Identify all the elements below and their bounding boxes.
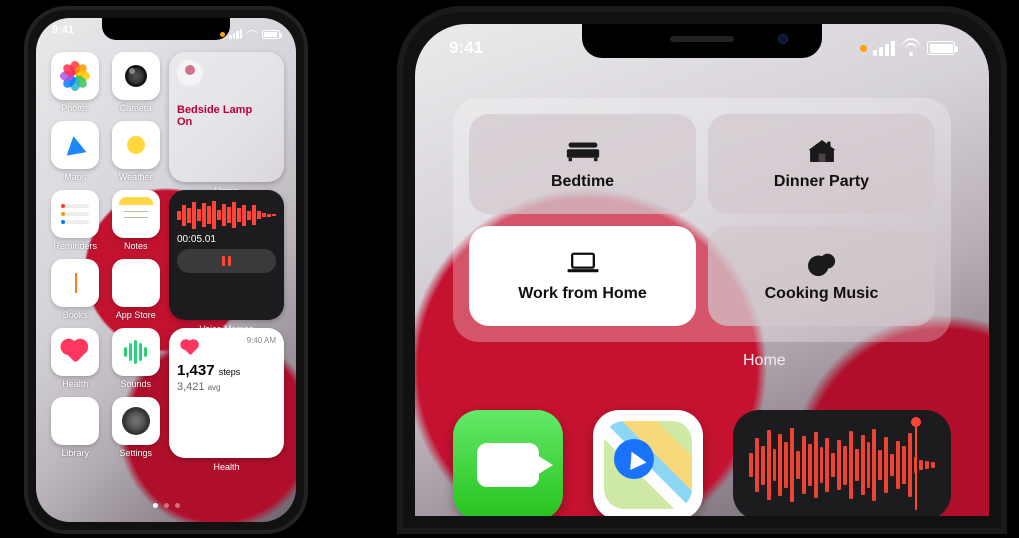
voice-memos-widget[interactable]: 00:05.01 Voice Memos (169, 190, 284, 320)
cellular-icon (873, 41, 895, 56)
app-facetime[interactable] (453, 410, 563, 516)
health-widget[interactable]: 9:40 AM 1,437 steps 3,421 avg Health (169, 328, 284, 458)
battery-icon (927, 41, 955, 55)
app-library[interactable]: Library (48, 397, 103, 458)
scene-label: Dinner Party (774, 173, 869, 191)
bed-icon (566, 137, 600, 165)
app-books[interactable]: Books (48, 259, 103, 320)
widget-label: Health (169, 462, 284, 472)
recording-indicator-icon (220, 32, 225, 37)
wifi-icon (901, 41, 921, 56)
app-label: Weather (119, 172, 153, 182)
page-dot (153, 503, 158, 508)
scene-label: Cooking Music (765, 285, 879, 303)
settings-icon (112, 397, 160, 445)
lightbulb-icon (177, 60, 203, 86)
home-screen-left: 9:41 (36, 18, 296, 522)
scene-label: Work from Home (518, 285, 647, 303)
app-label: Sounds (120, 379, 151, 389)
avg-unit: avg (208, 383, 221, 392)
house-icon (805, 137, 839, 165)
reminders-icon: .rem-lines i:nth-child(1)::before{backgr… (51, 190, 99, 238)
cellular-icon (229, 29, 242, 39)
app-photos[interactable]: Photos (48, 52, 103, 113)
device-name: Bedside Lamp (177, 104, 276, 116)
app-sounds[interactable]: Sounds (109, 328, 164, 389)
app-label: Books (63, 310, 88, 320)
app-settings[interactable]: Settings (109, 397, 164, 458)
app-label: Library (61, 448, 89, 458)
page-dot (164, 503, 169, 508)
widget-timestamp: 9:40 AM (247, 336, 276, 345)
home-screen-right: 9:41 Bedtime Dinner Party (415, 24, 989, 516)
widget-label: Home (743, 352, 951, 370)
phone-device-right: 9:41 Bedtime Dinner Party (397, 6, 1007, 534)
app-store-icon: A (112, 259, 160, 307)
page-indicator[interactable] (36, 503, 296, 508)
device-state: On (177, 116, 276, 128)
weather-icon (112, 121, 160, 169)
app-label: Notes (124, 241, 148, 251)
home-widget[interactable]: Bedside Lamp On Home (169, 52, 284, 182)
app-camera[interactable]: Camera (109, 52, 164, 113)
playhead-icon[interactable] (915, 420, 917, 510)
health-icon (51, 328, 99, 376)
waveform-icon (749, 426, 935, 504)
status-indicators (860, 38, 955, 58)
voice-memos-widget[interactable] (733, 410, 951, 516)
scene-label: Bedtime (551, 173, 614, 191)
app-notes[interactable]: Notes (109, 190, 164, 251)
scene-cooking-music[interactable]: Cooking Music (708, 226, 935, 326)
app-health[interactable]: Health (48, 328, 103, 389)
scene-bedtime[interactable]: Bedtime (469, 114, 696, 214)
app-maps[interactable] (593, 410, 703, 516)
app-label: Settings (119, 448, 152, 458)
app-reminders[interactable]: .rem-lines i:nth-child(1)::before{backgr… (48, 190, 103, 251)
app-label: Maps (64, 172, 86, 182)
status-bar: 9:41 (36, 24, 296, 44)
steps-value: 1,437 (177, 362, 215, 379)
app-maps[interactable]: Maps (48, 121, 103, 182)
battery-icon (262, 30, 280, 39)
maps-icon (604, 421, 692, 509)
laptop-icon (566, 249, 600, 277)
wifi-icon (246, 30, 258, 39)
pause-icon (222, 256, 231, 266)
scene-dinner-party[interactable]: Dinner Party (708, 114, 935, 214)
library-icon (51, 397, 99, 445)
app-label: App Store (116, 310, 156, 320)
app-label: Reminders (53, 241, 97, 251)
books-icon (51, 259, 99, 307)
app-label: Camera (120, 103, 152, 113)
status-indicators (220, 24, 280, 44)
elapsed-time: 00:05.01 (177, 234, 276, 245)
status-bar: 9:41 (415, 38, 989, 58)
app-weather[interactable]: Weather (109, 121, 164, 182)
camera-icon (112, 52, 160, 100)
facetime-icon (477, 443, 539, 487)
pause-button[interactable] (177, 249, 276, 273)
waveform-icon (177, 198, 276, 232)
app-label: Photos (61, 103, 89, 113)
recording-indicator-icon (860, 45, 867, 52)
status-time: 9:41 (52, 24, 74, 44)
notes-icon (112, 190, 160, 238)
steps-unit: steps (219, 367, 241, 377)
phone-device-left: 9:41 (24, 6, 308, 534)
status-time: 9:41 (449, 38, 483, 58)
app-appstore[interactable]: A App Store (109, 259, 164, 320)
fruit-icon (805, 249, 839, 277)
home-scenes-widget[interactable]: Bedtime Dinner Party Work from Home Cook… (453, 98, 951, 342)
app-label: Health (62, 379, 88, 389)
heart-icon (183, 341, 197, 355)
scene-work-from-home[interactable]: Work from Home (469, 226, 696, 326)
page-dot (175, 503, 180, 508)
sounds-icon (112, 328, 160, 376)
avg-value: 3,421 (177, 381, 205, 393)
maps-icon (51, 121, 99, 169)
photos-icon (51, 52, 99, 100)
